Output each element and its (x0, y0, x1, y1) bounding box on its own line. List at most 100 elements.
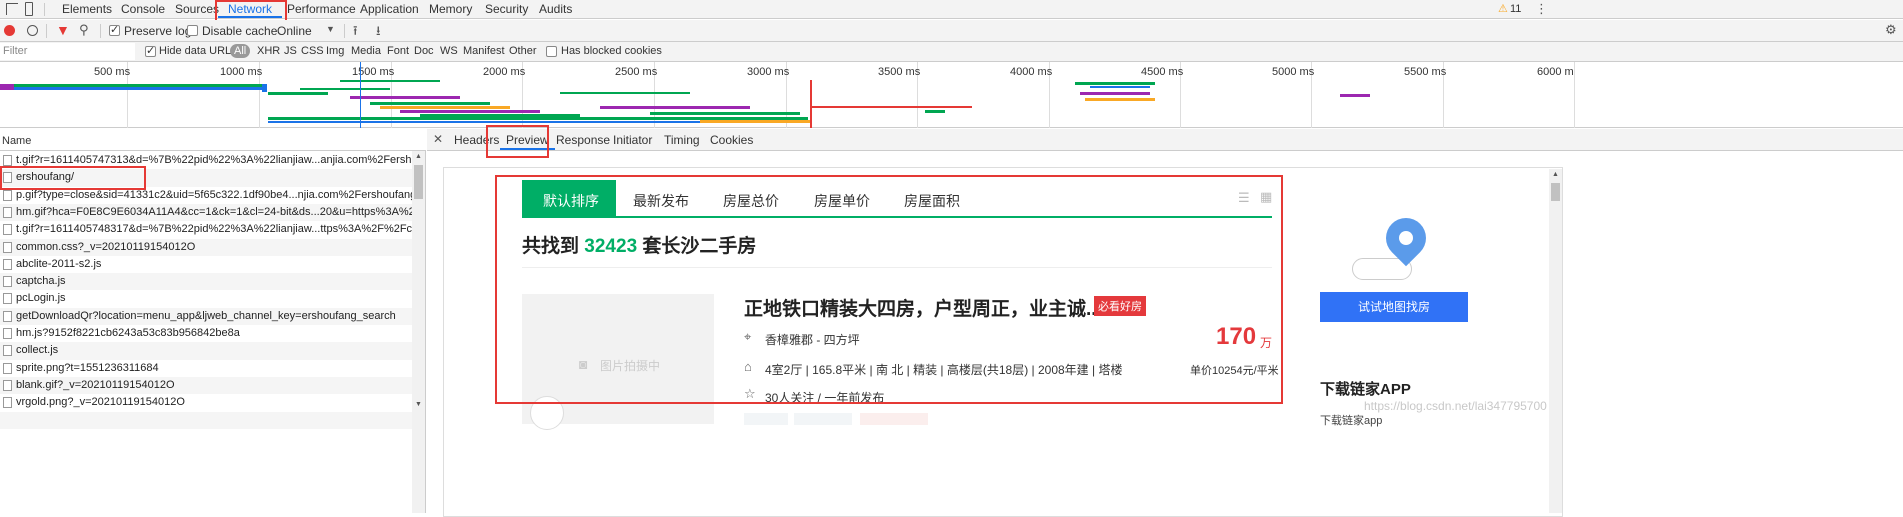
more-options-icon[interactable]: ⋮ (1535, 1, 1548, 17)
listing-unit-price: 单价10254元/平米 (1190, 365, 1279, 377)
clear-icon[interactable] (27, 25, 38, 36)
sort-tab-unit-price[interactable]: 房屋单价 (814, 191, 870, 211)
name-column-header[interactable]: Name (0, 129, 426, 151)
request-row[interactable]: common.css?_v=20210119154012O (0, 238, 412, 256)
result-prefix: 共找到 (522, 236, 580, 257)
network-overview[interactable]: 500 ms 1000 ms 1500 ms 2000 ms 2500 ms 3… (0, 62, 1903, 128)
type-filter-js[interactable]: JS (284, 45, 297, 57)
request-row[interactable] (0, 411, 412, 429)
tab-headers[interactable]: Headers (454, 133, 499, 147)
gear-icon[interactable]: ⚙ (1885, 22, 1897, 38)
tab-performance[interactable]: Performance (287, 2, 356, 16)
app-download-title: 下载链家APP (1320, 381, 1411, 398)
sort-tab-latest[interactable]: 最新发布 (633, 191, 689, 211)
preview-scrollbar[interactable]: ▲ (1549, 169, 1562, 513)
type-filter-other[interactable]: Other (509, 45, 537, 57)
request-row[interactable]: p.gif?type=close&sid=41331c2&uid=5f65c32… (0, 187, 412, 204)
tab-initiator[interactable]: Initiator (613, 133, 652, 147)
tab-sources[interactable]: Sources (175, 2, 219, 16)
inspect-icon[interactable] (6, 3, 18, 15)
scroll-thumb[interactable] (414, 165, 423, 199)
listing-title[interactable]: 正地铁口精装大四房，户型周正，业主诚... (744, 294, 1102, 321)
type-filter-img[interactable]: Img (326, 45, 344, 57)
tab-network[interactable]: Network (217, 2, 283, 18)
request-row[interactable]: collect.js (0, 342, 412, 360)
listing-info: 4室2厅 | 165.8平米 | 南 北 | 精装 | 高楼层(共18层) | … (765, 363, 1123, 377)
sort-tab-total-price[interactable]: 房屋总价 (723, 191, 779, 211)
export-har-icon[interactable]: ⭳ (376, 22, 381, 44)
request-row[interactable]: pcLogin.js (0, 290, 412, 307)
hide-data-urls-checkbox[interactable] (145, 44, 156, 57)
tab-security[interactable]: Security (485, 2, 528, 16)
map-search-button[interactable]: 试试地图找房 (1320, 292, 1468, 322)
record-icon[interactable] (4, 25, 15, 36)
grid-view-icon[interactable]: ▦ (1260, 189, 1272, 205)
close-icon[interactable]: ✕ (433, 132, 443, 146)
type-filter-font[interactable]: Font (387, 45, 409, 57)
type-filter-all[interactable]: All (230, 44, 251, 58)
type-filter-ws[interactable]: WS (440, 45, 458, 57)
must-see-badge: 必看好房 (1094, 296, 1146, 316)
request-row[interactable] (0, 429, 412, 446)
type-filter-media[interactable]: Media (351, 45, 381, 57)
hide-data-urls-label[interactable]: Hide data URLs (159, 45, 237, 57)
tab-preview[interactable]: Preview (500, 133, 555, 150)
type-filter-xhr[interactable]: XHR (257, 45, 280, 57)
request-row[interactable]: getDownloadQr?location=menu_app&ljweb_ch… (0, 307, 412, 325)
list-view-icon[interactable]: ☰ (1238, 190, 1250, 206)
tab-audits[interactable]: Audits (539, 2, 572, 16)
throttle-select[interactable]: Online (277, 24, 312, 38)
scroll-up-icon[interactable]: ▲ (415, 153, 422, 160)
tab-application[interactable]: Application (360, 2, 419, 16)
network-toolbar: ▼ ⚲ Preserve log Disable cache Online ▼ … (0, 20, 1903, 42)
divider (100, 24, 101, 38)
divider (344, 24, 345, 38)
type-filter-css[interactable]: CSS (301, 45, 324, 57)
devtools-tabbar: Elements Console Sources Network Perform… (0, 0, 1903, 19)
filter-icon[interactable]: ▼ (56, 22, 70, 38)
scroll-thumb[interactable] (1551, 183, 1560, 201)
preserve-log-checkbox[interactable] (109, 23, 120, 36)
request-row[interactable]: abclite-2011-s2.js (0, 256, 412, 273)
vr-badge-icon[interactable] (530, 396, 564, 430)
filter-input[interactable]: Filter (0, 43, 135, 60)
disable-cache-checkbox[interactable] (187, 25, 198, 36)
listing-community[interactable]: 香樟雅郡 - 四方坪 (765, 331, 860, 348)
warning-count[interactable]: 11 (1510, 3, 1521, 15)
request-row[interactable]: hm.js?9152f8221cb6243a53c83b956842be8a (0, 325, 412, 342)
blocked-cookies-checkbox[interactable] (546, 46, 557, 57)
tab-timing[interactable]: Timing (664, 133, 700, 147)
scroll-down-icon[interactable]: ▼ (415, 401, 422, 408)
request-row[interactable]: captcha.js (0, 273, 412, 291)
request-row-ershoufang[interactable]: ershoufang/ (0, 169, 412, 187)
request-row[interactable]: t.gif?r=1611405747313&d=%7B%22pid%22%3A%… (0, 152, 412, 169)
type-filter-doc[interactable]: Doc (414, 45, 434, 57)
scroll-up-icon[interactable]: ▲ (1552, 171, 1559, 178)
sort-tab-area[interactable]: 房屋面积 (904, 191, 960, 211)
request-row[interactable]: t.gif?r=1611405748317&d=%7B%22pid%22%3A%… (0, 221, 412, 238)
search-icon[interactable]: ⚲ (79, 22, 89, 38)
chevron-down-icon[interactable]: ▼ (326, 24, 335, 34)
sort-tab-default-label: 默认排序 (543, 193, 599, 209)
import-har-icon[interactable]: ⭱ (353, 22, 358, 44)
divider (46, 24, 47, 38)
result-number: 32423 (584, 236, 638, 257)
star-icon: ☆ (744, 386, 756, 401)
app-download-image[interactable]: 下载链家app (1320, 412, 1382, 428)
request-list-scrollbar[interactable]: ▲ ▼ (412, 151, 425, 513)
warning-icon[interactable]: ⚠ (1498, 2, 1508, 15)
tab-memory[interactable]: Memory (429, 2, 472, 16)
request-row[interactable]: blank.gif?_v=20210119154012O (0, 376, 412, 395)
tab-console[interactable]: Console (121, 2, 165, 16)
device-toggle-icon[interactable] (25, 2, 33, 16)
type-filter-manifest[interactable]: Manifest (463, 45, 505, 57)
request-row[interactable]: sprite.png?t=1551236311684 (0, 360, 412, 377)
preserve-log-label[interactable]: Preserve log (124, 24, 191, 38)
request-row[interactable]: vrgold.png?_v=20210119154012O (0, 394, 412, 411)
request-row[interactable]: hm.gif?hca=F0E8C9E6034A11A4&cc=1&ck=1&cl… (0, 203, 412, 222)
blocked-cookies-label[interactable]: Has blocked cookies (561, 45, 662, 57)
tab-elements[interactable]: Elements (62, 2, 112, 16)
tab-cookies[interactable]: Cookies (710, 133, 753, 147)
tab-response[interactable]: Response (556, 133, 610, 147)
disable-cache-label[interactable]: Disable cache (202, 24, 277, 38)
